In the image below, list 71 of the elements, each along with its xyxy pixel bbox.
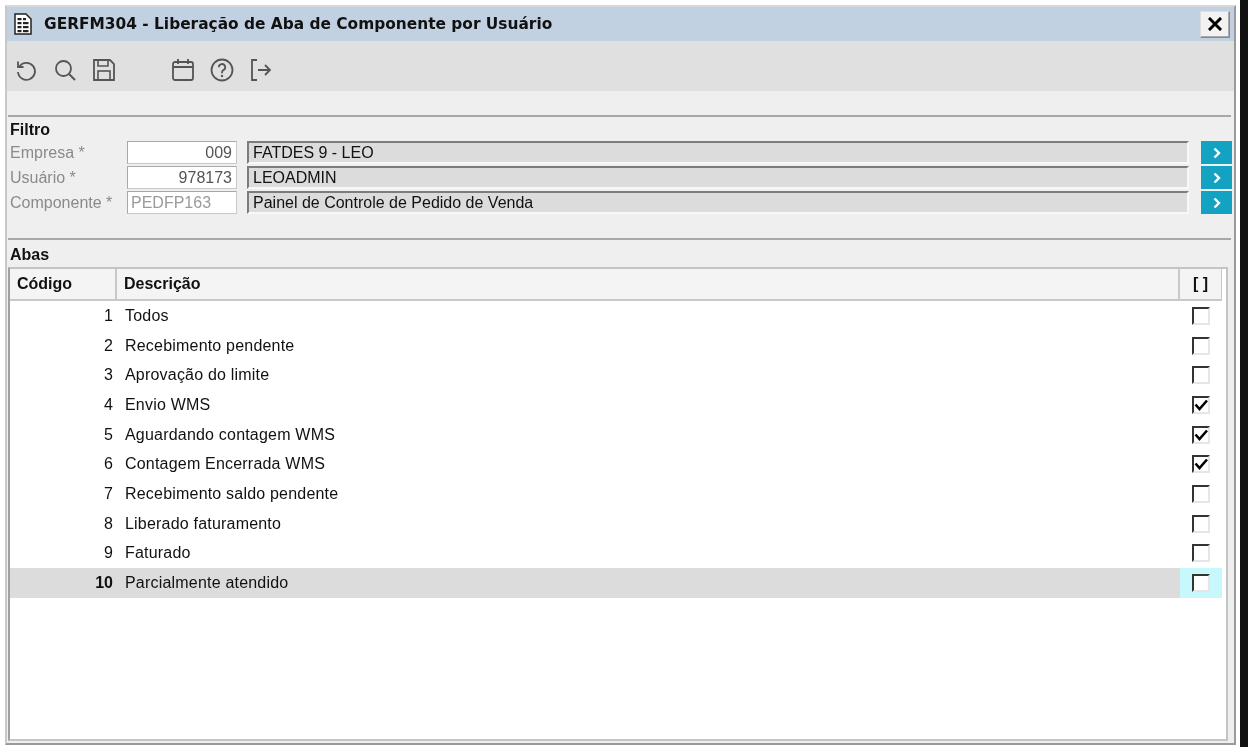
description-cell-text: Recebimento pendente (124, 335, 296, 356)
code-cell-text: 9 (103, 543, 114, 564)
field-label: Usuário * (9, 168, 77, 187)
checkbox[interactable] (1192, 574, 1210, 593)
checkbox[interactable] (1192, 455, 1210, 474)
lookup-button[interactable] (1201, 191, 1232, 214)
field-label: Componente * (9, 193, 114, 212)
table-row[interactable]: 2 Recebimento pendente (10, 330, 1222, 361)
description-cell-text: Liberado faturamento (124, 513, 283, 534)
description-cell-text: Aprovação do limite (124, 365, 271, 386)
checkmark-icon (1194, 458, 1208, 471)
table-row[interactable]: 4 Envio WMS (10, 390, 1222, 420)
column-header[interactable]: Descrição (117, 269, 1180, 299)
checkbox[interactable] (1192, 395, 1210, 414)
search-icon[interactable] (53, 58, 77, 82)
lookup-button[interactable] (1201, 141, 1232, 164)
table-row[interactable]: 10 Parcialmente atendido (10, 568, 1222, 598)
save-icon[interactable] (92, 58, 116, 82)
code-cell-text: 10 (94, 573, 114, 594)
field-label: Empresa * (9, 143, 86, 162)
column-header[interactable]: [ ] (1180, 269, 1222, 299)
checkbox[interactable] (1192, 336, 1210, 355)
code-cell-text: 7 (103, 483, 114, 504)
checkbox[interactable] (1192, 366, 1210, 385)
table-row[interactable]: 7 Recebimento saldo pendente (10, 479, 1222, 509)
checkbox[interactable] (1192, 514, 1210, 533)
description-cell-text: Envio WMS (124, 394, 212, 415)
exit-icon[interactable] (249, 58, 273, 82)
code-cell-text: 2 (103, 335, 114, 356)
lookup-button[interactable] (1201, 166, 1232, 189)
section-title: Abas (9, 245, 50, 265)
code-cell-text: 8 (103, 513, 114, 534)
help-icon[interactable] (210, 58, 234, 82)
table-row[interactable]: 3 Aprovação do limite (10, 360, 1222, 391)
description-field: FATDES 9 - LEO (247, 141, 1189, 164)
chevron-right-icon (1212, 146, 1221, 159)
chevron-right-icon (1212, 196, 1221, 209)
description-cell-text: Aguardando contagem WMS (124, 424, 337, 445)
table-row[interactable]: 8 Liberado faturamento (10, 508, 1222, 539)
description-cell-text: Recebimento saldo pendente (124, 483, 340, 504)
document-icon (14, 13, 32, 35)
calendar-icon[interactable] (171, 58, 195, 82)
description-cell-text: Contagem Encerrada WMS (124, 454, 327, 475)
code-cell-text: 6 (103, 454, 114, 475)
code-cell-text: 1 (103, 305, 114, 326)
code-field[interactable]: 978173 (127, 166, 237, 189)
column-header[interactable]: Código (10, 269, 117, 299)
table-row[interactable]: 9 Faturado (10, 538, 1222, 569)
description-cell-text: Parcialmente atendido (124, 573, 290, 594)
description-field: LEOADMIN (247, 166, 1189, 189)
description-field: Painel de Controle de Pedido de Venda (247, 191, 1189, 214)
table-row[interactable]: 1 Todos (10, 301, 1222, 331)
description-cell-text: Todos (124, 305, 170, 326)
checkmark-icon (1194, 398, 1208, 411)
code-field[interactable]: 009 (127, 141, 237, 164)
close-icon (1208, 17, 1222, 31)
description-cell-text: Faturado (124, 543, 192, 564)
table-row[interactable]: 5 Aguardando contagem WMS (10, 419, 1222, 450)
section-title: Filtro (9, 120, 50, 140)
window-title: GERFM304 - Liberação de Aba de Componente por Usuário (44, 15, 553, 33)
checkmark-icon (1194, 428, 1208, 441)
checkbox[interactable] (1192, 484, 1210, 503)
chevron-right-icon (1212, 171, 1221, 184)
code-cell-text: 4 (103, 394, 114, 415)
table-row[interactable]: 6 Contagem Encerrada WMS (10, 449, 1222, 480)
close-button[interactable] (1200, 10, 1230, 38)
checkbox[interactable] (1192, 425, 1210, 444)
code-cell-text: 5 (103, 424, 114, 445)
checkbox[interactable] (1192, 306, 1210, 325)
code-cell-text: 3 (103, 365, 114, 386)
checkbox[interactable] (1192, 544, 1210, 563)
